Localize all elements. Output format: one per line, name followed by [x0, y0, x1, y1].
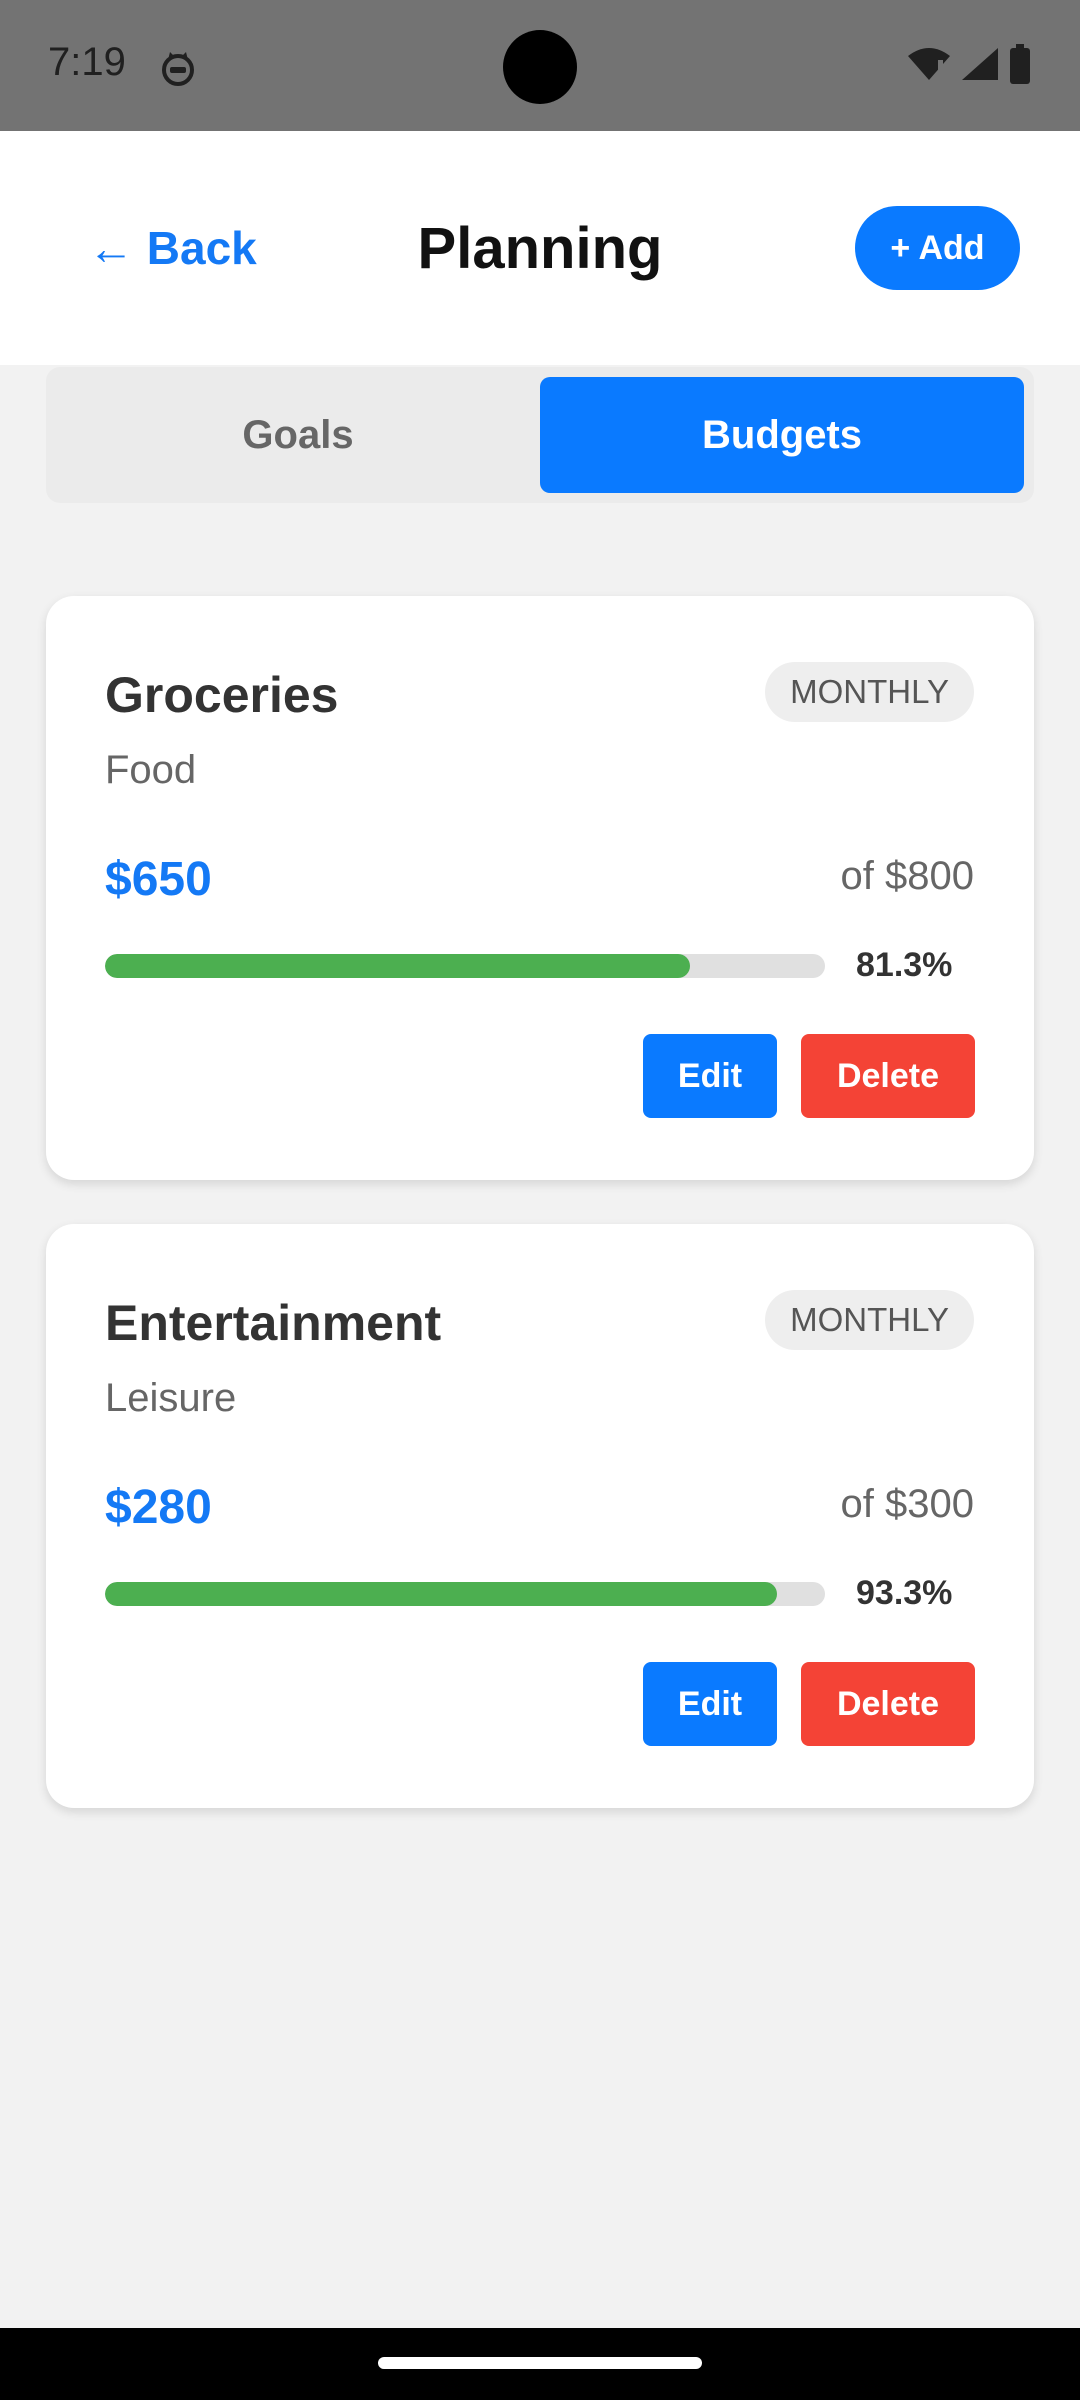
- battery-icon: [1010, 44, 1030, 84]
- budget-name: Groceries: [105, 667, 339, 723]
- edit-button[interactable]: Edit: [643, 1662, 777, 1746]
- budget-category: Food: [105, 748, 197, 792]
- budget-card: Groceries MONTHLY Food $650 of $800 81.3…: [46, 596, 1034, 1180]
- tab-goals[interactable]: Goals: [56, 377, 540, 493]
- progress-percent: 93.3%: [856, 1574, 953, 1612]
- status-time: 7:19: [48, 40, 126, 84]
- progress-bar: [105, 954, 825, 978]
- progress-fill: [105, 954, 691, 978]
- period-badge: MONTHLY: [765, 662, 974, 722]
- status-bar: 7:19: [0, 0, 1080, 131]
- progress-percent: 81.3%: [856, 946, 953, 984]
- spent-amount: $650: [105, 853, 212, 906]
- cat-icon: [162, 52, 194, 86]
- add-button[interactable]: + Add: [855, 206, 1020, 290]
- home-gesture-pill[interactable]: [378, 2357, 702, 2369]
- wifi-icon: [908, 48, 950, 80]
- delete-button[interactable]: Delete: [801, 1662, 975, 1746]
- spent-amount: $280: [105, 1481, 212, 1534]
- back-button[interactable]: ← Back: [88, 221, 257, 275]
- app-header: ← Back Planning + Add: [0, 131, 1080, 365]
- limit-amount: of $300: [840, 1482, 974, 1526]
- progress-fill: [105, 1582, 777, 1606]
- progress-bar: [105, 1582, 825, 1606]
- budget-card: Entertainment MONTHLY Leisure $280 of $3…: [46, 1224, 1034, 1808]
- camera-cutout: [503, 30, 577, 104]
- period-badge: MONTHLY: [765, 1290, 974, 1350]
- signal-icon: [962, 48, 998, 80]
- back-label: ← Back: [88, 222, 257, 274]
- tab-budgets[interactable]: Budgets: [540, 377, 1024, 493]
- budget-category: Leisure: [105, 1376, 237, 1420]
- add-label: + Add: [890, 228, 985, 267]
- segment-tabs: Goals Budgets: [46, 367, 1034, 503]
- edit-button[interactable]: Edit: [643, 1034, 777, 1118]
- limit-amount: of $800: [840, 854, 974, 898]
- budget-name: Entertainment: [105, 1295, 442, 1351]
- system-nav-bar: [0, 2328, 1080, 2400]
- delete-button[interactable]: Delete: [801, 1034, 975, 1118]
- status-icons: [906, 44, 1032, 84]
